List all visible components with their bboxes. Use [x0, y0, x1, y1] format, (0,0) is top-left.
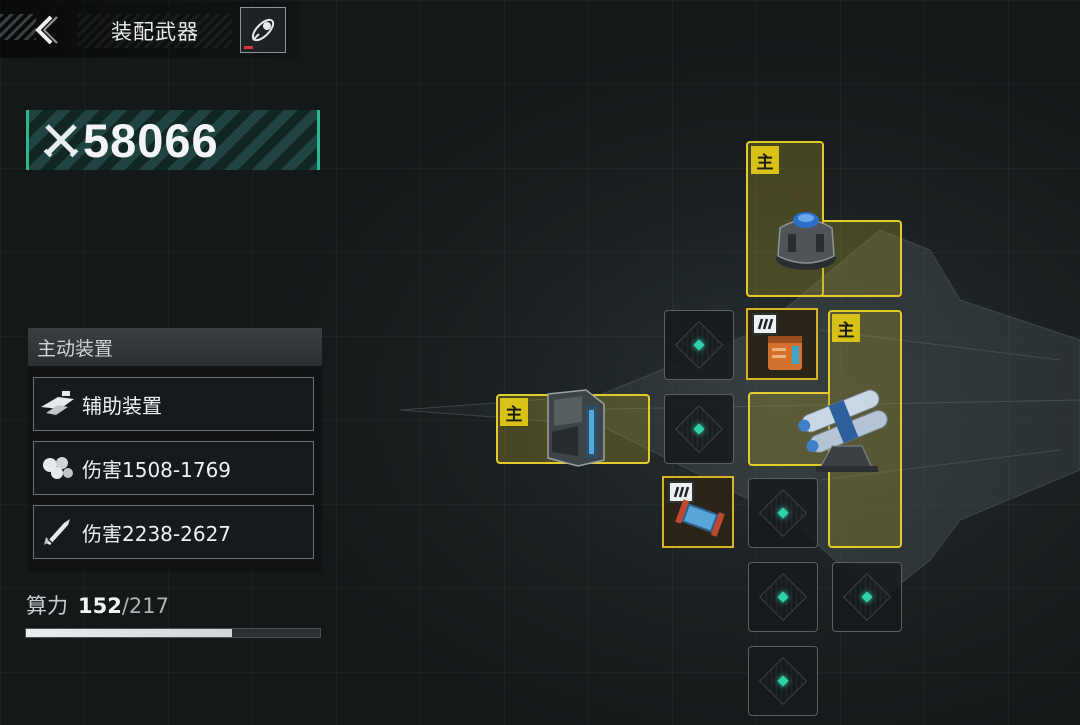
battery-pack-icon: [768, 336, 802, 370]
capacity-label: 算力: [26, 594, 68, 618]
spaceship-icon: [251, 18, 275, 42]
device-label: 伤害1508-1769: [82, 457, 232, 482]
empty-slot[interactable]: [664, 310, 734, 380]
capacity-readout: 算力 152/217: [26, 590, 169, 620]
energy-cell-icon: [675, 499, 725, 537]
empty-slot[interactable]: [748, 478, 818, 548]
combat-power-banner: 58066: [26, 110, 320, 170]
alert-mark: [244, 46, 253, 49]
crossed-swords-icon: [43, 124, 79, 158]
main-badge: 主: [500, 398, 528, 426]
empty-slot[interactable]: [748, 646, 818, 716]
active-device-panel: 主动装置 辅助装置 伤害1508-1769 伤害2238-2627: [28, 328, 322, 572]
equipped-module-orange[interactable]: [746, 308, 818, 380]
ship-select-button[interactable]: [240, 7, 286, 53]
empty-slot[interactable]: [748, 562, 818, 632]
main-slot-top-extension[interactable]: [822, 220, 902, 297]
capacity-separator: /: [121, 594, 129, 618]
back-button[interactable]: [28, 12, 62, 48]
empty-slot[interactable]: [664, 394, 734, 464]
capacity-bar: [25, 628, 321, 638]
cluster-bomb-icon: [43, 457, 73, 479]
device-label: 伤害2238-2627: [82, 521, 232, 546]
page-title: 装配武器: [78, 14, 232, 48]
main-slot-right[interactable]: [828, 310, 902, 548]
device-label: 辅助装置: [82, 393, 162, 418]
main-slot-right-extension[interactable]: [748, 392, 830, 466]
capacity-bar-fill: [26, 629, 232, 637]
equipped-module-cylinder[interactable]: [662, 476, 734, 548]
device-missile[interactable]: 伤害2238-2627: [33, 505, 314, 559]
main-badge: 主: [751, 146, 779, 174]
combat-power-value: 58066: [83, 113, 219, 167]
capacity-used: 152: [78, 594, 122, 618]
device-cluster[interactable]: 伤害1508-1769: [33, 441, 314, 495]
main-badge: 主: [832, 314, 860, 342]
panel-heading: 主动装置: [28, 328, 322, 366]
drone-swarm-icon: [41, 391, 74, 415]
chevron-left-icon: [35, 15, 58, 45]
device-support[interactable]: 辅助装置: [33, 377, 314, 431]
empty-slot[interactable]: [832, 562, 902, 632]
capacity-max: 217: [128, 594, 170, 618]
missile-icon: [44, 519, 70, 545]
